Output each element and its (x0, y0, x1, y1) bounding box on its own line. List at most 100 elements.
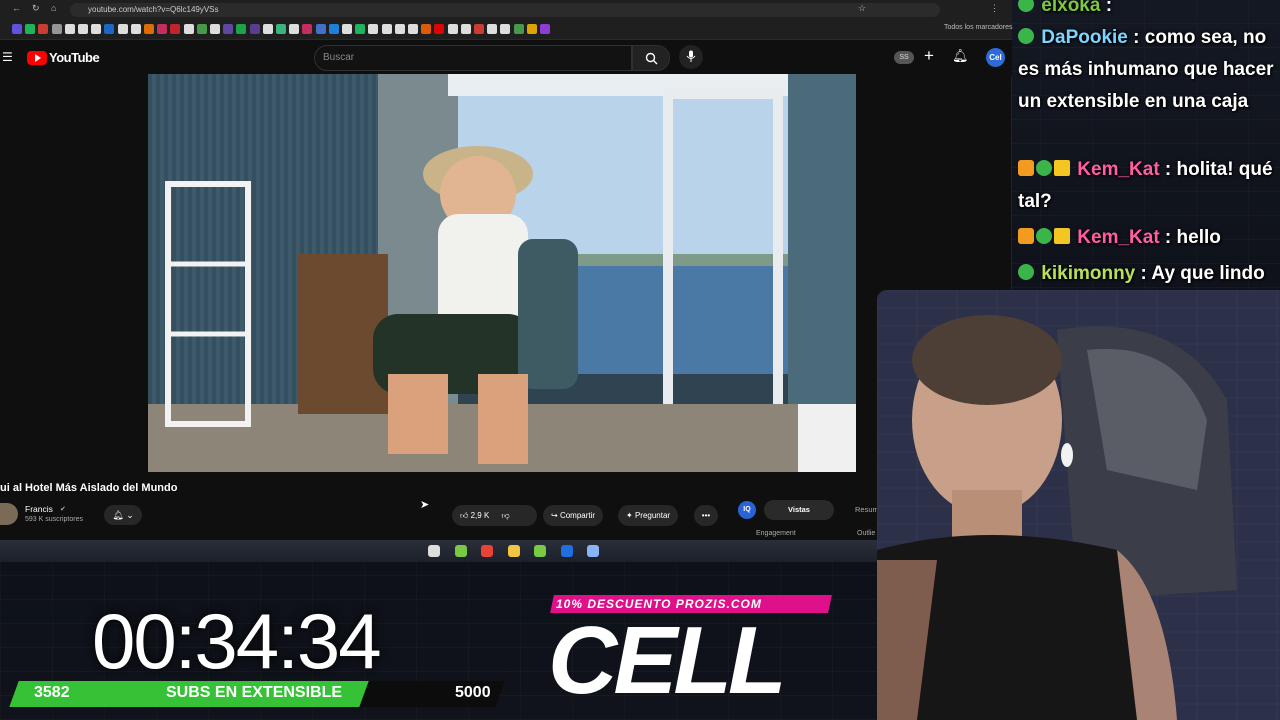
bookmark-icon[interactable] (302, 24, 313, 34)
video-title: ui al Hotel Más Aislado del Mundo (0, 482, 178, 494)
ask-button[interactable]: ✦ Preguntar (618, 505, 679, 526)
bell-icon: 🔔︎ (112, 510, 124, 520)
bookmark-icon[interactable] (381, 24, 392, 34)
taskbar-app-icon[interactable] (481, 545, 493, 557)
bookmark-icon[interactable] (130, 24, 141, 34)
address-bar[interactable]: youtube.com/watch?v=Q6lc149yVSs (70, 3, 940, 17)
chat-username: Kem_Kat (1072, 159, 1165, 180)
chat-text: : (1105, 0, 1113, 16)
bookmark-icon[interactable] (262, 24, 273, 34)
voice-search-button[interactable] (679, 45, 703, 69)
chat-message: elxoka : (1018, 0, 1280, 22)
mic-icon (686, 50, 696, 62)
subscriber-count: 593 K suscriptores (25, 516, 83, 523)
youtube-wordmark[interactable]: YouTube (49, 50, 100, 65)
tab-resumen[interactable]: Resum (855, 500, 879, 520)
taskbar-app-icon[interactable] (560, 545, 573, 557)
menu-icon[interactable]: ☰ (2, 50, 13, 64)
bookmark-icon[interactable] (170, 24, 181, 34)
bookmark-icon[interactable] (144, 24, 154, 34)
bookmark-icon[interactable] (289, 24, 300, 34)
reload-icon[interactable]: ↻ (32, 3, 40, 14)
bookmark-icon[interactable] (474, 24, 484, 34)
bookmark-icon[interactable] (421, 24, 432, 34)
bookmark-icon[interactable] (78, 24, 88, 34)
ask-label: Preguntar (634, 511, 671, 520)
bookmark-icon[interactable] (276, 24, 286, 34)
search-button[interactable] (632, 45, 670, 71)
youtube-logo-icon[interactable] (27, 51, 47, 65)
sub-badge-icon (1018, 263, 1034, 280)
menu-dots-icon[interactable]: ⋮ (990, 3, 999, 14)
gift-badge-icon (1018, 227, 1034, 244)
bookmark-icon[interactable] (447, 24, 458, 34)
bookmark-icon[interactable] (460, 24, 471, 34)
bookmark-icon[interactable] (249, 24, 260, 34)
ss-badge[interactable]: SS (894, 51, 914, 64)
taskbar-app-icon[interactable] (587, 545, 599, 557)
bookmark-icon[interactable] (64, 24, 75, 34)
star-icon[interactable]: ☆ (858, 3, 866, 14)
like-button[interactable]: 👍︎ 2,9 K (460, 511, 489, 520)
create-icon[interactable]: + (924, 46, 934, 66)
bookmark-icon[interactable] (183, 24, 194, 34)
taskbar-app-icon[interactable] (507, 545, 520, 557)
search-input[interactable]: Buscar (314, 45, 632, 71)
search-placeholder: Buscar (323, 52, 355, 63)
subs-goal-target: 5000 (455, 684, 491, 701)
gift-badge-icon (1018, 159, 1034, 176)
taskbar-app-icon[interactable] (428, 545, 440, 557)
bookmarks-folder[interactable]: Todos los marcadores (944, 24, 1012, 31)
bookmark-icon[interactable] (328, 24, 339, 34)
bookmark-icon[interactable] (91, 24, 102, 34)
video-player[interactable] (148, 74, 856, 472)
home-icon[interactable]: ⌂ (51, 3, 56, 13)
notifications-icon[interactable]: 🔔︎ (952, 48, 969, 64)
bookmark-icon[interactable] (342, 24, 352, 34)
taskbar-app-icon[interactable] (534, 545, 546, 557)
bookmark-icon[interactable] (223, 24, 234, 34)
iq-badge[interactable]: IQ (738, 501, 756, 519)
back-icon[interactable]: ← (12, 3, 21, 13)
channel-name[interactable]: Francis (25, 504, 53, 514)
sub-badge-icon (1018, 0, 1034, 12)
dislike-button[interactable]: 👎︎ (502, 511, 510, 520)
stream-timer: 00:34:34 (92, 597, 382, 685)
bookmark-icon[interactable] (236, 24, 247, 34)
share-button[interactable]: ↪ Compartir (543, 505, 604, 526)
bookmark-icon[interactable] (210, 24, 220, 34)
bookmark-icon[interactable] (104, 24, 115, 34)
account-avatar[interactable]: Cel (986, 48, 1005, 67)
bookmark-icon[interactable] (315, 24, 326, 34)
bookmark-icon[interactable] (355, 24, 366, 34)
bookmark-icon[interactable] (434, 24, 445, 34)
bookmark-icon[interactable] (196, 24, 207, 34)
sponsor-logo: CELL (548, 607, 787, 714)
bookmark-icon[interactable] (25, 24, 36, 34)
sub-badge-icon (1036, 227, 1052, 244)
bookmark-icon[interactable] (157, 24, 168, 34)
tab-vistas[interactable]: Vistas (764, 500, 834, 520)
bookmark-icon[interactable] (408, 24, 418, 34)
bookmark-icon[interactable] (540, 24, 550, 34)
sub-badge-icon (1036, 159, 1052, 176)
chat-text: : hello (1164, 227, 1221, 248)
bookmark-icon[interactable] (368, 24, 379, 34)
bookmark-icon[interactable] (500, 24, 511, 34)
sub-badge-icon (1018, 27, 1034, 44)
verified-icon: ✔ (60, 506, 66, 513)
bookmark-icon[interactable] (12, 24, 22, 34)
bookmark-icon[interactable] (117, 24, 128, 34)
crown-badge-icon (1054, 227, 1070, 244)
bookmark-icon[interactable] (487, 24, 498, 34)
bookmark-icon[interactable] (526, 24, 537, 34)
chat-username: Kem_Kat (1072, 227, 1165, 248)
taskbar-app-icon[interactable] (454, 545, 467, 557)
bookmark-icon[interactable] (51, 24, 62, 34)
bookmark-icon[interactable] (38, 24, 49, 34)
more-actions-button[interactable]: ••• (694, 505, 718, 526)
bookmark-icon[interactable] (394, 24, 405, 34)
subscription-bell-button[interactable]: 🔔︎ ⌄ (104, 505, 142, 525)
chat-username: elxoka (1036, 0, 1106, 16)
bookmark-icon[interactable] (513, 24, 524, 34)
